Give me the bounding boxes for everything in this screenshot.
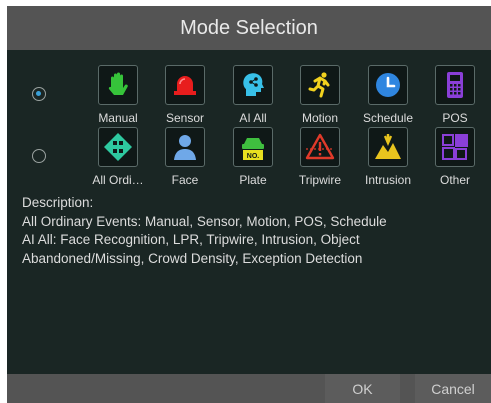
other-grid-icon[interactable]	[435, 127, 475, 167]
hand-icon[interactable]	[98, 65, 138, 105]
description-heading: Description:	[22, 195, 94, 210]
description-line: Abandoned/Missing, Crowd Density, Except…	[22, 250, 363, 266]
clock-icon[interactable]	[368, 65, 408, 105]
mode-label-manual: Manual	[98, 111, 138, 125]
running-man-icon[interactable]	[300, 65, 340, 105]
ok-button[interactable]: OK	[325, 374, 400, 403]
license-plate-icon[interactable]: NO.	[233, 127, 273, 167]
mode-label-pos: POS	[442, 111, 468, 125]
mode-label-face: Face	[171, 173, 199, 187]
cancel-button[interactable]: Cancel	[415, 374, 491, 403]
svg-text:NO.: NO.	[247, 153, 260, 160]
face-person-icon[interactable]	[165, 127, 205, 167]
mode-label-all-ordinary: All Ordi…	[92, 173, 144, 187]
description-line: All Ordinary Events: Manual, Sensor, Mot…	[22, 213, 387, 229]
mode-label-intrusion: Intrusion	[364, 173, 412, 187]
mode-label-sensor: Sensor	[165, 111, 205, 125]
all-ordinary-icon[interactable]	[98, 127, 138, 167]
dialog-title: Mode Selection	[180, 16, 318, 39]
title-bar: Mode Selection	[7, 6, 491, 50]
intrusion-icon[interactable]	[368, 127, 408, 167]
ai-head-icon[interactable]	[233, 65, 273, 105]
radio-row1[interactable]	[32, 87, 46, 101]
description-block: Description: All Ordinary Events: Manual…	[22, 194, 387, 268]
radio-row2[interactable]	[32, 149, 46, 163]
mode-label-plate: Plate	[239, 173, 267, 187]
mode-selection-dialog: Mode Selection Manual Sensor AI All Moti…	[7, 6, 491, 403]
mode-label-ai-all: AI All	[239, 111, 267, 125]
mode-label-tripwire: Tripwire	[298, 173, 342, 187]
mode-label-motion: Motion	[301, 111, 339, 125]
description-line: AI All: Face Recognition, LPR, Tripwire,…	[22, 232, 360, 247]
pos-terminal-icon[interactable]	[435, 65, 475, 105]
tripwire-warning-icon[interactable]	[300, 127, 340, 167]
mode-label-other: Other	[439, 173, 470, 187]
alarm-light-icon[interactable]	[165, 65, 205, 105]
mode-label-schedule: Schedule	[362, 111, 414, 125]
